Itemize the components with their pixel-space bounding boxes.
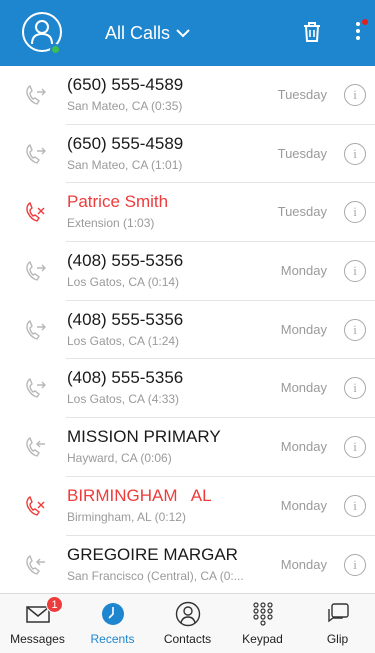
call-day: Monday: [280, 380, 327, 396]
tab-messages[interactable]: 1 Messages: [0, 594, 75, 653]
info-icon[interactable]: i: [344, 260, 366, 283]
call-detail: San Mateo, CA (0:35): [67, 99, 183, 113]
call-name: (650) 555-4589: [67, 75, 184, 94]
call-day: Monday: [280, 556, 327, 572]
info-icon[interactable]: i: [344, 84, 366, 106]
tab-keypad[interactable]: Keypad: [225, 594, 300, 653]
call-day: Monday: [280, 263, 327, 279]
info-icon[interactable]: i: [344, 142, 366, 165]
call-row[interactable]: BIRMINGHAM AL Birmingham, AL (0:12) Mond…: [0, 477, 375, 536]
outgoing-call-icon: [26, 261, 46, 281]
person-icon: [175, 601, 200, 627]
tab-contacts[interactable]: Contacts: [150, 594, 225, 653]
call-detail: Hayward, CA (0:06): [67, 451, 172, 466]
call-row[interactable]: MISSION PRIMARY Hayward, CA (0:06) Monda…: [0, 418, 375, 477]
call-detail: Los Gatos, CA (4:33): [67, 392, 180, 407]
call-day: Monday: [280, 321, 327, 337]
call-name: (408) 555-5356: [67, 368, 184, 388]
call-name: (408) 555-5356: [67, 251, 184, 271]
missed-call-icon: [26, 495, 45, 516]
call-day: Tuesday: [277, 204, 327, 220]
tab-label: Messages: [10, 632, 65, 646]
incoming-call-icon: [26, 554, 45, 575]
bottom-tab-bar: 1 Messages Recents Contacts Keypad Glip: [0, 593, 375, 653]
call-day: Tuesday: [277, 145, 327, 161]
call-detail: Birmingham, AL (0:12): [67, 509, 186, 524]
clock-icon: [101, 603, 124, 625]
call-row[interactable]: Patrice Smith Extension (1:03) Tuesday i: [0, 183, 375, 243]
call-detail: San Francisco (Central), CA (0:...: [67, 568, 244, 583]
call-log-list: (650) 555-4589 San Mateo, CA (0:35) Tues…: [0, 66, 375, 593]
call-name: (650) 555-4589: [67, 133, 184, 153]
info-icon[interactable]: i: [344, 377, 366, 400]
call-detail: San Mateo, CA (1:01): [67, 157, 183, 172]
call-row[interactable]: (650) 555-4589 San Mateo, CA (1:01) Tues…: [0, 125, 375, 184]
call-name: (408) 555-5356: [67, 309, 184, 329]
call-name: BIRMINGHAM AL: [67, 485, 212, 505]
info-icon[interactable]: i: [344, 494, 366, 517]
tab-label: Glip: [326, 632, 349, 646]
call-row[interactable]: (408) 555-5356 Los Gatos, CA (1:24) Mond…: [0, 301, 375, 360]
trash-icon[interactable]: [302, 21, 322, 43]
outgoing-call-icon: [26, 319, 46, 340]
info-icon[interactable]: i: [344, 553, 366, 576]
tab-label: Keypad: [242, 632, 283, 646]
notification-dot: [362, 19, 368, 25]
more-menu-button[interactable]: [353, 22, 363, 44]
call-day: Monday: [280, 497, 327, 513]
tab-label: Contacts: [163, 632, 212, 646]
call-day: Tuesday: [277, 87, 327, 102]
info-icon[interactable]: i: [344, 201, 366, 224]
person-icon: [31, 20, 53, 45]
call-day: Monday: [280, 439, 327, 455]
outgoing-call-icon: [26, 378, 46, 399]
call-row[interactable]: GREGOIRE MARGAR San Francisco (Central),…: [0, 536, 375, 594]
presence-indicator: [50, 44, 61, 55]
call-row[interactable]: (650) 555-4589 San Mateo, CA (0:35) Tues…: [0, 66, 375, 125]
call-detail: Los Gatos, CA (0:14): [67, 275, 180, 290]
call-name: MISSION PRIMARY: [67, 427, 221, 447]
call-name: GREGOIRE MARGAR: [67, 544, 238, 564]
app-header: All Calls: [0, 0, 375, 66]
tab-label: Recents: [90, 632, 135, 646]
call-detail: Los Gatos, CA (1:24): [67, 333, 180, 348]
info-icon[interactable]: i: [344, 436, 366, 459]
page-title: All Calls: [105, 22, 171, 43]
info-icon[interactable]: i: [344, 318, 366, 341]
call-name: Patrice Smith: [67, 192, 169, 212]
unread-badge: 1: [46, 596, 63, 613]
tab-glip[interactable]: Glip: [300, 594, 375, 653]
incoming-call-icon: [26, 437, 45, 457]
call-detail: Extension (1:03): [67, 216, 155, 231]
chat-icon: [327, 603, 349, 623]
keypad-icon: [252, 602, 273, 626]
outgoing-call-icon: [26, 84, 46, 105]
call-row[interactable]: (408) 555-5356 Los Gatos, CA (0:14) Mond…: [0, 242, 375, 301]
outgoing-call-icon: [26, 143, 46, 164]
call-filter-dropdown[interactable]: All Calls: [105, 20, 225, 46]
tab-recents[interactable]: Recents: [75, 594, 150, 653]
chevron-down-icon: [176, 28, 190, 37]
missed-call-icon: [26, 202, 45, 223]
call-row[interactable]: (408) 555-5356 Los Gatos, CA (4:33) Mond…: [0, 359, 375, 419]
